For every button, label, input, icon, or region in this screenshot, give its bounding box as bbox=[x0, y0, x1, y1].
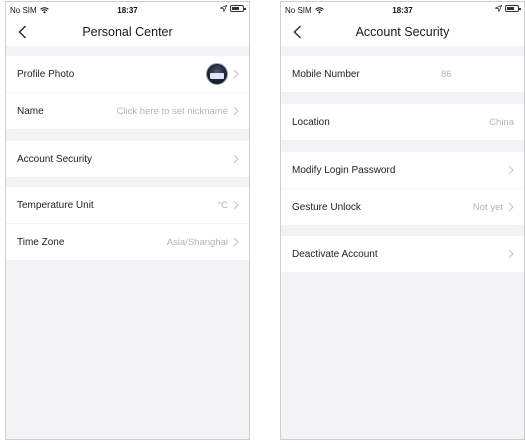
row-label: Deactivate Account bbox=[292, 248, 378, 260]
deactivate-account-row[interactable]: Deactivate Account bbox=[281, 236, 524, 272]
chevron-right-icon bbox=[508, 165, 514, 175]
row-label: Gesture Unlock bbox=[292, 201, 361, 213]
personal-center-screen: No SIM 18:37 Personal Center Profile Pho… bbox=[5, 1, 250, 440]
row-label: Temperature Unit bbox=[17, 199, 94, 211]
time-zone-value: Asia/Shanghai bbox=[166, 236, 228, 248]
chevron-right-icon bbox=[233, 106, 239, 116]
location-arrow-icon bbox=[220, 5, 227, 12]
status-bar: No SIM 18:37 bbox=[6, 2, 249, 18]
row-label: Modify Login Password bbox=[292, 164, 396, 176]
profile-photo-row[interactable]: Profile Photo bbox=[6, 56, 249, 92]
nav-bar: Personal Center bbox=[6, 18, 249, 46]
page-title: Account Security bbox=[355, 25, 450, 39]
row-label: Time Zone bbox=[17, 236, 65, 248]
row-label: Location bbox=[292, 116, 330, 128]
name-row[interactable]: Name Click here to set nickname bbox=[6, 93, 249, 129]
chevron-right-icon bbox=[508, 202, 514, 212]
status-time: 18:37 bbox=[392, 6, 413, 15]
battery-icon bbox=[505, 5, 521, 12]
page-title: Personal Center bbox=[82, 25, 173, 39]
location-row[interactable]: Location China bbox=[281, 104, 524, 140]
battery-icon bbox=[230, 5, 246, 12]
status-time: 18:37 bbox=[117, 6, 138, 15]
row-label: Name bbox=[17, 105, 44, 117]
gesture-unlock-value: Not yet bbox=[472, 201, 503, 213]
account-security-row[interactable]: Account Security bbox=[6, 141, 249, 177]
temperature-unit-row[interactable]: Temperature Unit °C bbox=[6, 187, 249, 223]
modify-login-password-row[interactable]: Modify Login Password bbox=[281, 152, 524, 188]
avatar bbox=[206, 63, 228, 85]
time-zone-row[interactable]: Time Zone Asia/Shanghai bbox=[6, 224, 249, 260]
account-security-screen: No SIM 18:37 Account Security Mobile Num… bbox=[280, 1, 525, 440]
chevron-right-icon bbox=[233, 69, 239, 79]
row-label: Mobile Number bbox=[292, 68, 360, 80]
chevron-right-icon bbox=[233, 237, 239, 247]
row-label: Account Security bbox=[17, 153, 93, 165]
chevron-right-icon bbox=[233, 200, 239, 210]
nickname-value: Click here to set nickname bbox=[116, 105, 228, 117]
mobile-number-row[interactable]: Mobile Number 86 bbox=[281, 56, 524, 92]
location-arrow-icon bbox=[495, 5, 502, 12]
nav-bar: Account Security bbox=[281, 18, 524, 46]
mobile-number-value: 86 bbox=[441, 68, 452, 80]
temperature-unit-value: °C bbox=[217, 199, 228, 211]
location-value: China bbox=[489, 116, 514, 128]
chevron-right-icon bbox=[508, 249, 514, 259]
status-bar: No SIM 18:37 bbox=[281, 2, 524, 18]
chevron-right-icon bbox=[233, 154, 239, 164]
row-label: Profile Photo bbox=[17, 68, 75, 80]
gesture-unlock-row[interactable]: Gesture Unlock Not yet bbox=[281, 189, 524, 225]
